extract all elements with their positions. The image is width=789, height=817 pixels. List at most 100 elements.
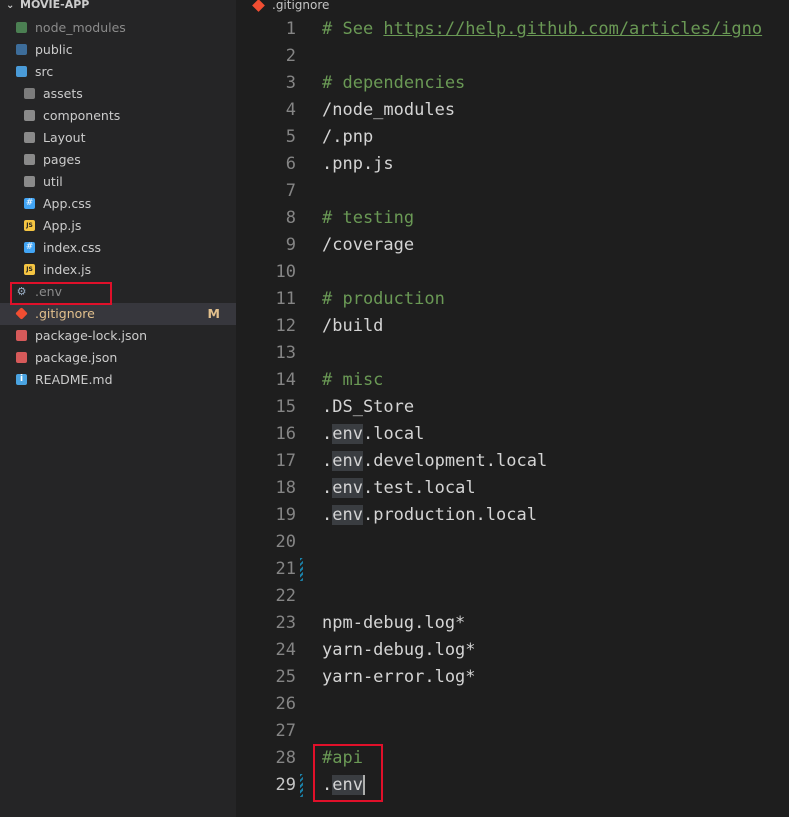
tree-item-util[interactable]: util	[0, 171, 236, 193]
tree-item-label: pages	[43, 152, 81, 167]
code-text: .env.local	[322, 424, 425, 444]
code-text: # misc	[322, 370, 384, 390]
tree-item-app-js[interactable]: JS App.js	[0, 215, 236, 237]
line-number: 15	[275, 397, 296, 417]
json-file-icon	[16, 352, 27, 363]
tree-item-node-modules[interactable]: node_modules	[0, 17, 236, 39]
line-number: 3	[285, 73, 296, 93]
tree-item-components[interactable]: components	[0, 105, 236, 127]
code-line-16[interactable]: 16 .env.local	[236, 421, 789, 448]
code-line-12[interactable]: 12/build	[236, 313, 789, 340]
line-number: 9	[285, 235, 296, 255]
code-line-21[interactable]: 21	[236, 556, 789, 583]
js-file-icon: JS	[24, 264, 35, 275]
info-file-icon: i	[16, 374, 27, 385]
code-line-13[interactable]: 13	[236, 340, 789, 367]
tree-item-package-lock-json[interactable]: package-lock.json	[0, 325, 236, 347]
code-line-25[interactable]: 25 yarn-error.log*	[236, 664, 789, 691]
code-text: .pnp.js	[322, 154, 394, 174]
code-line-1[interactable]: 1 # See https://help.github.com/articles/…	[236, 16, 789, 43]
code-text: .env.production.local	[322, 505, 537, 525]
code-text: #api	[322, 748, 363, 768]
code-text: # dependencies	[322, 73, 466, 93]
text-cursor	[362, 775, 365, 795]
code-text: # production	[322, 289, 445, 309]
tree-item-label: package-lock.json	[35, 328, 148, 343]
code-line-29[interactable]: 29 .env	[236, 772, 789, 799]
tree-item-assets[interactable]: assets	[0, 83, 236, 105]
line-number: 22	[275, 586, 296, 606]
line-number: 20	[275, 532, 296, 552]
code-line-20[interactable]: 20	[236, 529, 789, 556]
code-text: .DS_Store	[322, 397, 415, 417]
tree-item-gitignore[interactable]: .gitignore M	[0, 303, 236, 325]
code-line-6[interactable]: 6 .pnp.js	[236, 151, 789, 178]
code-text: npm-debug.log*	[322, 613, 466, 633]
line-number: 12	[275, 316, 296, 336]
code-text: /build	[322, 316, 384, 336]
code-line-24[interactable]: 24 yarn-debug.log*	[236, 637, 789, 664]
tree-item-app-css[interactable]: # App.css	[0, 193, 236, 215]
tab-gitignore[interactable]: .gitignore	[272, 0, 329, 12]
line-number: 4	[285, 100, 296, 120]
editor-tab-bar: .gitignore	[236, 0, 789, 14]
tree-item-layout[interactable]: Layout	[0, 127, 236, 149]
line-number: 6	[285, 154, 296, 174]
line-number: 28	[275, 748, 296, 768]
code-line-22[interactable]: 22	[236, 583, 789, 610]
tree-item-label: src	[35, 64, 54, 79]
code-line-4[interactable]: 4/node_modules	[236, 97, 789, 124]
line-number: 1	[285, 19, 296, 39]
js-file-icon: JS	[24, 220, 35, 231]
code-text: # See https://help.github.com/articles/i…	[322, 19, 763, 39]
code-line-28[interactable]: 28 #api	[236, 745, 789, 772]
tree-item-label: Layout	[43, 130, 86, 145]
code-text: # testing	[322, 208, 415, 228]
explorer-sidebar: ⌄ MOVIE-APP node_modules public src assets co…	[0, 0, 236, 817]
line-number: 16	[275, 424, 296, 444]
code-editor[interactable]: 1 # See https://help.github.com/articles/…	[236, 16, 789, 817]
code-line-5[interactable]: 5 /.pnp	[236, 124, 789, 151]
code-line-2[interactable]: 2	[236, 43, 789, 70]
tree-item-pages[interactable]: pages	[0, 149, 236, 171]
tree-item-label: README.md	[35, 372, 113, 387]
line-number: 17	[275, 451, 296, 471]
tree-item-label: index.js	[43, 262, 92, 277]
css-file-icon: #	[24, 198, 35, 209]
code-line-18[interactable]: 18 .env.test.local	[236, 475, 789, 502]
tree-item-label: App.js	[43, 218, 82, 233]
code-line-15[interactable]: 15 .DS_Store	[236, 394, 789, 421]
tree-item-src[interactable]: src	[0, 61, 236, 83]
code-text: .env.development.local	[322, 451, 548, 471]
line-number: 24	[275, 640, 296, 660]
folder-icon	[24, 110, 35, 121]
tree-item-package-json[interactable]: package.json	[0, 347, 236, 369]
code-line-7[interactable]: 7	[236, 178, 789, 205]
tree-item-env[interactable]: ⚙ .env	[0, 281, 236, 303]
code-line-3[interactable]: 3 # dependencies	[236, 70, 789, 97]
tree-item-readme-md[interactable]: i README.md	[0, 369, 236, 391]
code-text: /.pnp	[322, 127, 374, 147]
line-number: 10	[275, 262, 296, 282]
tree-item-label: index.css	[43, 240, 102, 255]
code-line-19[interactable]: 19 .env.production.local	[236, 502, 789, 529]
line-number: 14	[275, 370, 296, 390]
git-file-icon	[15, 307, 28, 320]
chevron-down-icon: ⌄	[6, 0, 15, 11]
code-text: yarn-error.log*	[322, 667, 476, 687]
code-line-14[interactable]: 14 # misc	[236, 367, 789, 394]
explorer-project-header[interactable]: ⌄ MOVIE-APP	[0, 0, 236, 11]
code-line-23[interactable]: 23 npm-debug.log*	[236, 610, 789, 637]
code-line-26[interactable]: 26	[236, 691, 789, 718]
code-line-11[interactable]: 11 # production	[236, 286, 789, 313]
code-line-9[interactable]: 9/coverage	[236, 232, 789, 259]
tree-item-index-js[interactable]: JS index.js	[0, 259, 236, 281]
code-line-27[interactable]: 27	[236, 718, 789, 745]
line-number: 29	[275, 775, 296, 795]
tree-item-public[interactable]: public	[0, 39, 236, 61]
code-line-8[interactable]: 8 # testing	[236, 205, 789, 232]
comment-link[interactable]: https://help.github.com/articles/igno	[383, 19, 762, 39]
code-line-17[interactable]: 17 .env.development.local	[236, 448, 789, 475]
code-line-10[interactable]: 10	[236, 259, 789, 286]
tree-item-index-css[interactable]: # index.css	[0, 237, 236, 259]
